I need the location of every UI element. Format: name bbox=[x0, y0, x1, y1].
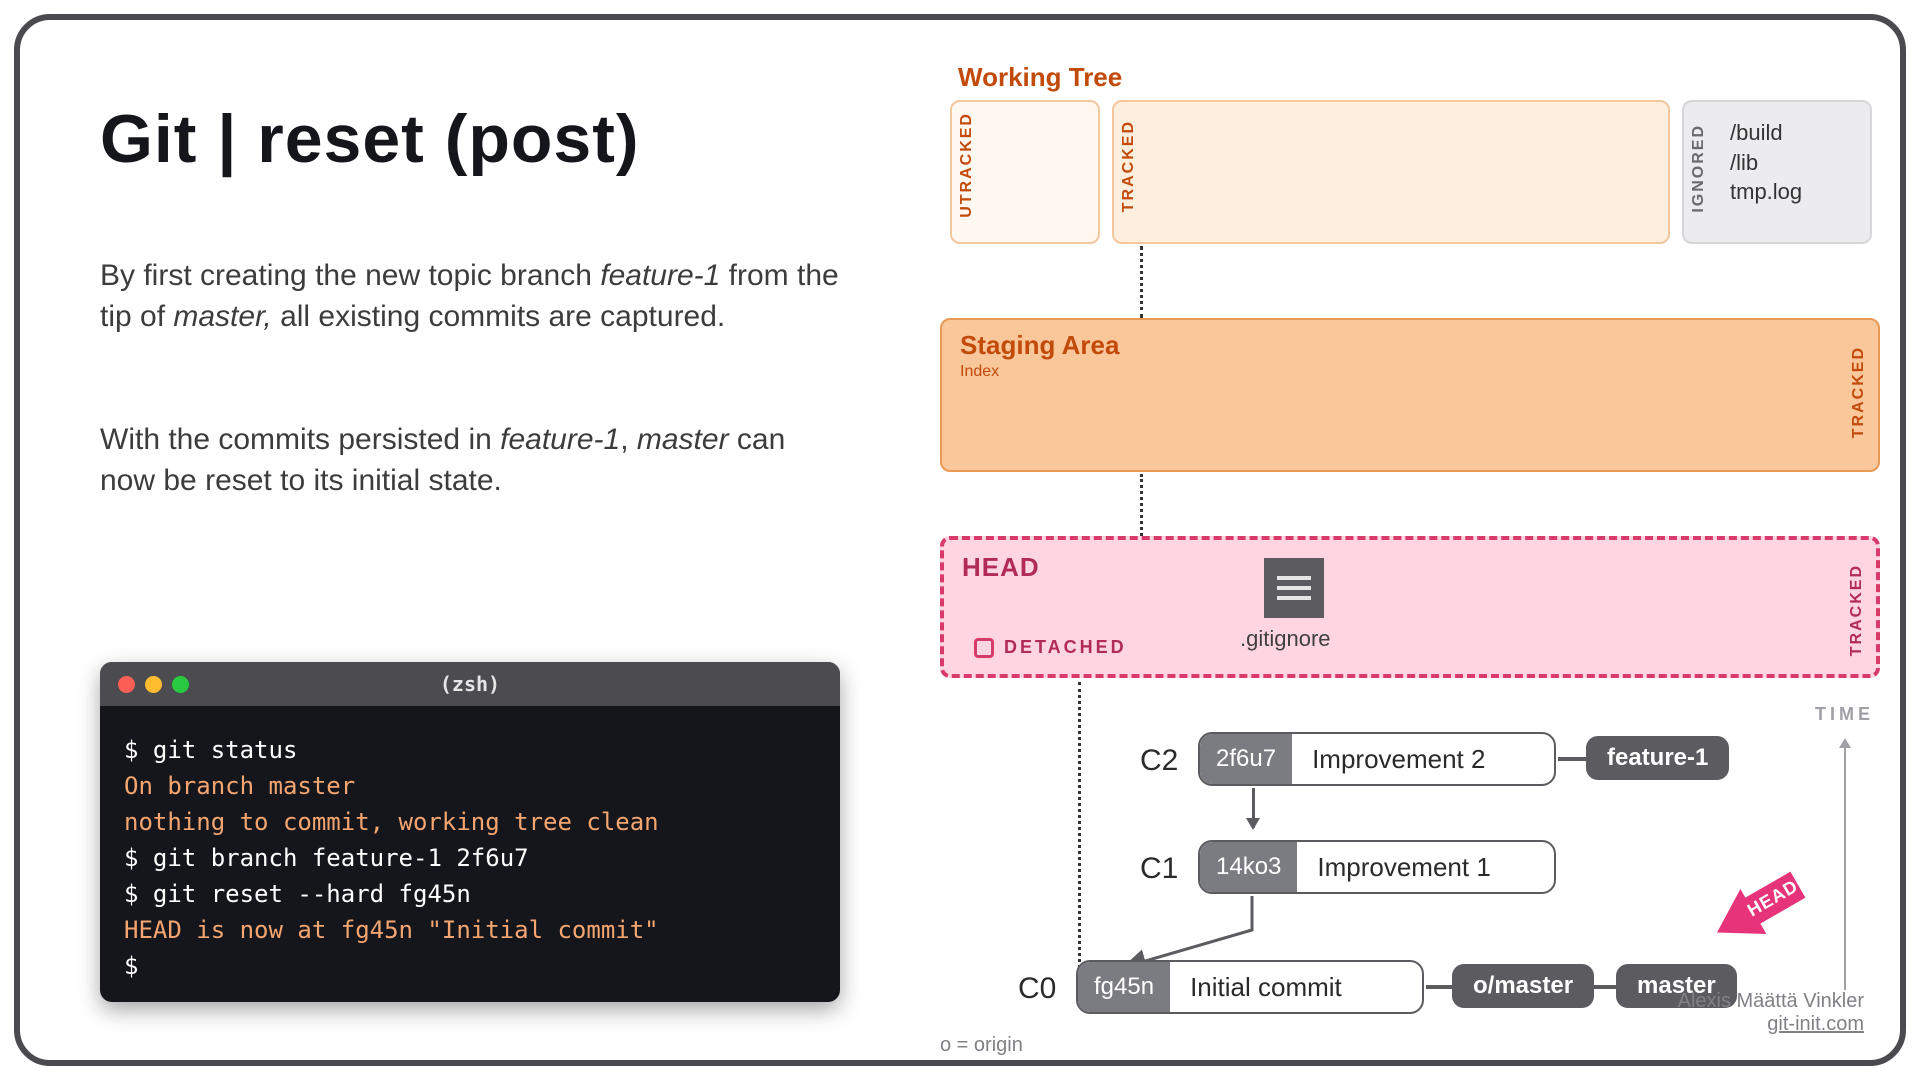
commit-c1: 14ko3 Improvement 1 bbox=[1198, 840, 1556, 894]
slide-frame: Git | reset (post) By first creating the… bbox=[14, 14, 1906, 1066]
head-tracked: TRACKED bbox=[1848, 564, 1866, 656]
credit-link[interactable]: git-init.com bbox=[1767, 1013, 1864, 1035]
tracked-label: TRACKED bbox=[1120, 120, 1138, 212]
commit-c0-label: C0 bbox=[1018, 972, 1056, 1006]
dotted-line-2 bbox=[1140, 474, 1143, 536]
flow-c2-c1 bbox=[1252, 788, 1255, 828]
window-zoom-icon bbox=[172, 676, 189, 693]
commit-c1-label: C1 bbox=[1140, 852, 1178, 886]
p2a: With the commits persisted in bbox=[100, 423, 500, 456]
window-minimize-icon bbox=[145, 676, 162, 693]
ignored-files: /build/libtmp.log bbox=[1730, 118, 1802, 207]
branch-omaster: o/master bbox=[1452, 964, 1594, 1008]
working-tree-panel: Working Tree UTRACKED TRACKED IGNORED /b… bbox=[940, 52, 1880, 252]
p1e2: master, bbox=[173, 300, 271, 333]
staging-tracked: TRACKED bbox=[1850, 346, 1868, 438]
paragraph-2: With the commits persisted in feature-1,… bbox=[100, 420, 840, 501]
commit-c2-hash: 2f6u7 bbox=[1200, 734, 1292, 784]
terminal-title: (zsh) bbox=[440, 672, 500, 696]
checkbox-icon bbox=[974, 638, 994, 658]
detached-indicator: DETACHED bbox=[974, 637, 1127, 658]
head-panel: HEAD DETACHED .gitignore TRACKED bbox=[940, 536, 1880, 678]
working-tree-title: Working Tree bbox=[940, 52, 1880, 95]
legend-origin: o = origin bbox=[940, 1034, 1023, 1057]
credit: Alexis Määttä Vinkler git-init.com bbox=[1678, 990, 1864, 1036]
commit-c2-label: C2 bbox=[1140, 744, 1178, 778]
file-label: .gitignore bbox=[1240, 626, 1331, 652]
tracked-box bbox=[1112, 100, 1670, 244]
time-arrow-icon bbox=[1844, 740, 1846, 990]
terminal-titlebar: (zsh) bbox=[100, 662, 840, 706]
p2b: , bbox=[620, 423, 637, 456]
dotted-line-1 bbox=[1140, 246, 1143, 318]
terminal-window: (zsh) $ git statusOn branch masternothin… bbox=[100, 662, 840, 1002]
file-icon bbox=[1264, 558, 1324, 618]
page-title: Git | reset (post) bbox=[100, 100, 640, 178]
p1e1: feature-1 bbox=[600, 259, 720, 292]
commit-c1-hash: 14ko3 bbox=[1200, 842, 1297, 892]
credit-name: Alexis Määttä Vinkler bbox=[1678, 990, 1864, 1013]
utracked-label: UTRACKED bbox=[958, 112, 976, 218]
terminal-body: $ git statusOn branch masternothing to c… bbox=[100, 706, 840, 1002]
detached-label: DETACHED bbox=[1004, 637, 1127, 658]
p1c: all existing commits are captured. bbox=[272, 300, 726, 333]
commit-c0: fg45n Initial commit bbox=[1076, 960, 1424, 1014]
p2e2: master bbox=[637, 423, 729, 456]
branch-feature1: feature-1 bbox=[1586, 736, 1729, 780]
staging-panel: Staging Area Index TRACKED bbox=[940, 318, 1880, 472]
dotted-line-3 bbox=[1078, 682, 1081, 992]
commit-c2: 2f6u7 Improvement 2 bbox=[1198, 732, 1556, 786]
branchline-c0b bbox=[1594, 985, 1616, 989]
commit-c0-msg: Initial commit bbox=[1170, 972, 1362, 1003]
staging-sub: Index bbox=[942, 363, 1878, 387]
commit-c2-msg: Improvement 2 bbox=[1292, 744, 1505, 775]
branchline-c0a bbox=[1426, 985, 1452, 989]
ignored-label: IGNORED bbox=[1690, 124, 1708, 213]
diagram-area: Working Tree UTRACKED TRACKED IGNORED /b… bbox=[940, 52, 1880, 1052]
head-title: HEAD bbox=[944, 540, 1876, 583]
paragraph-1: By first creating the new topic branch f… bbox=[100, 256, 840, 337]
commit-c0-hash: fg45n bbox=[1078, 962, 1170, 1012]
window-close-icon bbox=[118, 676, 135, 693]
commit-c1-msg: Improvement 1 bbox=[1297, 852, 1510, 883]
staging-title: Staging Area bbox=[942, 320, 1878, 363]
p2e1: feature-1 bbox=[500, 423, 620, 456]
p1a: By first creating the new topic branch bbox=[100, 259, 600, 292]
branchline-c2 bbox=[1558, 757, 1586, 761]
time-label: TIME bbox=[1815, 704, 1874, 725]
